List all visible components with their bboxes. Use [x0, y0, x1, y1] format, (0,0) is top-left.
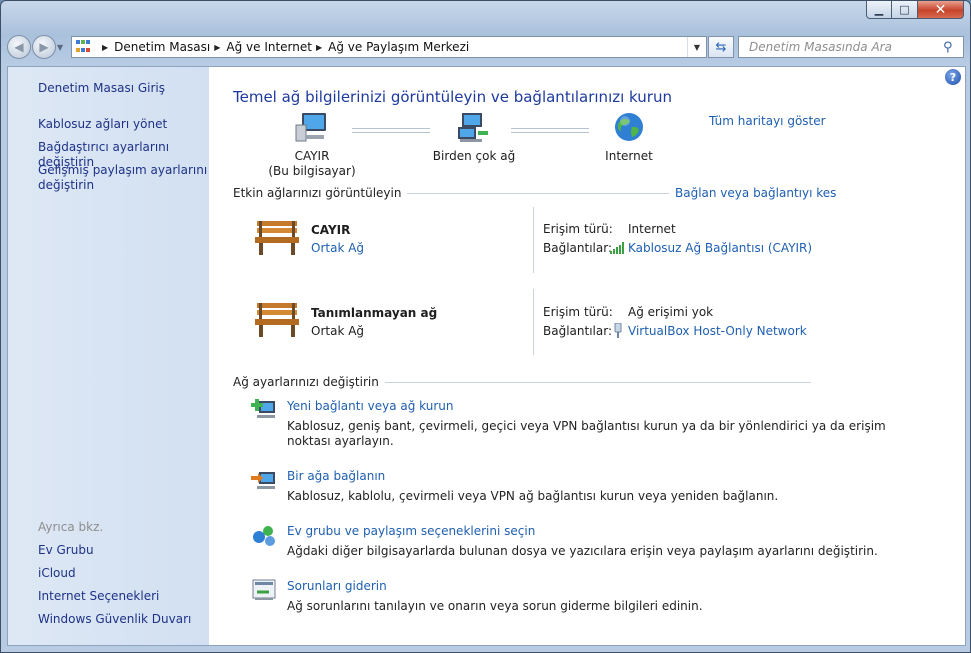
- control-panel-icon: [76, 40, 94, 54]
- task-new-connection-link[interactable]: Yeni bağlantı veya ağ kurun: [287, 399, 453, 413]
- forward-button[interactable]: ▶: [32, 35, 56, 59]
- connection-line-network-internet: [511, 128, 589, 133]
- sidebar: Denetim Masası Giriş Kablosuz ağları yön…: [8, 67, 209, 645]
- help-icon[interactable]: ?: [945, 69, 961, 85]
- breadcrumb-separator-icon[interactable]: ▶: [316, 43, 322, 52]
- search-icon[interactable]: ⚲: [943, 40, 963, 55]
- computer-sub: (Bu bilgisayar): [268, 164, 356, 178]
- network-2-name: Tanımlanmayan ağ: [311, 306, 438, 320]
- forward-arrow-icon: ▶: [39, 40, 49, 54]
- maximize-button[interactable]: □: [892, 1, 918, 19]
- sidebar-link-windows-firewall[interactable]: Windows Güvenlik Duvarı: [38, 612, 191, 627]
- section-divider: [359, 382, 811, 383]
- public-network-bench-icon: [255, 221, 299, 255]
- see-full-map-link[interactable]: Tüm haritayı göster: [709, 114, 826, 128]
- troubleshoot-icon: [252, 579, 276, 600]
- address-bar[interactable]: ▶ Denetim Masası ▶ Ağ ve Internet ▶ Ağ v…: [71, 36, 707, 58]
- sidebar-link-advanced-sharing-line2[interactable]: değiştirin: [38, 178, 94, 192]
- connect-disconnect-link[interactable]: Bağlan veya bağlantıyı kes: [675, 186, 836, 200]
- task-homegroup-link[interactable]: Ev grubu ve paylaşım seçeneklerini seçin: [287, 524, 535, 538]
- task-new-connection-desc-line1: Kablosuz, geniş bant, çevirmeli, geçici …: [287, 419, 886, 433]
- network-column-separator: [533, 289, 534, 355]
- sidebar-link-icloud[interactable]: iCloud: [38, 566, 76, 581]
- network-2-connections-label: Bağlantılar:: [543, 324, 612, 338]
- public-network-bench-icon: [255, 303, 299, 337]
- page-title: Temel ağ bilgilerinizi görüntüleyin ve b…: [233, 88, 672, 106]
- navigation-bar: ◀ ▶ ▼ ▶ Denetim Masası ▶ Ağ ve Internet …: [7, 34, 964, 60]
- client-area: Denetim Masası Giriş Kablosuz ağları yön…: [7, 66, 966, 646]
- multiple-networks-icon: [458, 113, 488, 142]
- breadcrumb-network-internet[interactable]: Ağ ve Internet: [226, 40, 312, 54]
- breadcrumb-network-sharing-center[interactable]: Ağ ve Paylaşım Merkezi: [328, 40, 469, 54]
- minimize-button[interactable]: ▁: [866, 1, 892, 19]
- breadcrumb-separator-icon[interactable]: ▶: [102, 43, 108, 52]
- task-homegroup-desc: Ağdaki diğer bilgisayarlarda bulunan dos…: [287, 544, 878, 558]
- task-troubleshoot-link[interactable]: Sorunları giderin: [287, 579, 387, 593]
- sidebar-link-manage-wireless[interactable]: Kablosuz ağları yönet: [38, 117, 167, 132]
- network-1-connection-link[interactable]: Kablosuz Ağ Bağlantısı (CAYIR): [628, 241, 812, 255]
- sidebar-link-homegroup[interactable]: Ev Grubu: [38, 543, 94, 558]
- breadcrumb-separator-icon[interactable]: ▶: [214, 43, 220, 52]
- caption-buttons: ▁ □ ✕: [866, 1, 964, 19]
- ethernet-plug-icon: [614, 323, 622, 338]
- task-connect-network-link[interactable]: Bir ağa bağlanın: [287, 469, 385, 483]
- back-button[interactable]: ◀: [7, 35, 31, 59]
- connect-network-icon: [251, 472, 275, 489]
- change-settings-heading: Ağ ayarlarınızı değiştirin: [233, 375, 385, 389]
- map-computer-label: CAYIR (Bu bilgisayar): [267, 149, 357, 179]
- task-new-connection-desc-line2: noktası ayarlayın.: [287, 434, 394, 448]
- network-1-connections-label: Bağlantılar:: [543, 241, 612, 255]
- computer-icon: [295, 113, 326, 142]
- network-2-access-label: Erişim türü:: [543, 305, 613, 319]
- network-1-name: CAYIR: [311, 223, 351, 237]
- network-1-type-link[interactable]: Ortak Ağ: [311, 241, 364, 255]
- new-connection-icon: [251, 399, 275, 418]
- network-1-access-label: Erişim türü:: [543, 222, 613, 236]
- connection-line-computer-network: [352, 128, 430, 133]
- refresh-button[interactable]: ⇆: [708, 36, 734, 58]
- back-arrow-icon: ◀: [14, 40, 24, 54]
- search-box[interactable]: ⚲: [738, 36, 964, 58]
- active-networks-heading: Etkin ağlarınızı görüntüleyin: [233, 186, 408, 200]
- see-also-heading: Ayrıca bkz.: [38, 520, 104, 534]
- close-button[interactable]: ✕: [918, 1, 964, 19]
- search-input[interactable]: [747, 39, 943, 55]
- computer-name: CAYIR: [294, 149, 330, 163]
- main-content: ? Temel ağ bilgilerinizi görüntüleyin ve…: [209, 67, 965, 645]
- map-internet-label: Internet: [605, 149, 653, 163]
- internet-globe-icon: [615, 113, 643, 141]
- window-frame: ▁ □ ✕ ◀ ▶ ▼ ▶ Denetim Masası ▶ Ağ ve Int…: [0, 0, 971, 653]
- wifi-signal-icon: [610, 242, 624, 254]
- task-troubleshoot-desc: Ağ sorunlarını tanılayın ve onarın veya …: [287, 599, 703, 613]
- recent-pages-dropdown[interactable]: ▼: [57, 43, 67, 52]
- sidebar-link-internet-options[interactable]: Internet Seçenekleri: [38, 589, 159, 604]
- sidebar-link-advanced-sharing[interactable]: Gelişmiş paylaşım ayarlarını değiştirin: [38, 163, 207, 193]
- sidebar-link-advanced-sharing-line1[interactable]: Gelişmiş paylaşım ayarlarını: [38, 163, 207, 177]
- network-column-separator: [533, 207, 534, 273]
- address-dropdown-icon[interactable]: ▼: [687, 37, 706, 57]
- network-1-access-value: Internet: [628, 222, 676, 236]
- breadcrumb-control-panel[interactable]: Denetim Masası: [114, 40, 210, 54]
- task-connect-network-desc: Kablosuz, kablolu, çevirmeli veya VPN ağ…: [287, 489, 779, 503]
- network-2-connection-link[interactable]: VirtualBox Host-Only Network: [628, 324, 807, 338]
- homegroup-sharing-icon: [253, 526, 275, 546]
- refresh-icon: ⇆: [715, 39, 727, 55]
- network-2-type: Ortak Ağ: [311, 324, 365, 338]
- section-divider: [379, 193, 669, 194]
- task-new-connection-desc: Kablosuz, geniş bant, çevirmeli, geçici …: [287, 419, 886, 449]
- sidebar-link-control-panel-home[interactable]: Denetim Masası Giriş: [38, 81, 165, 96]
- map-network-label: Birden çok ağ: [432, 149, 516, 163]
- network-2-access-value: Ağ erişimi yok: [628, 305, 714, 319]
